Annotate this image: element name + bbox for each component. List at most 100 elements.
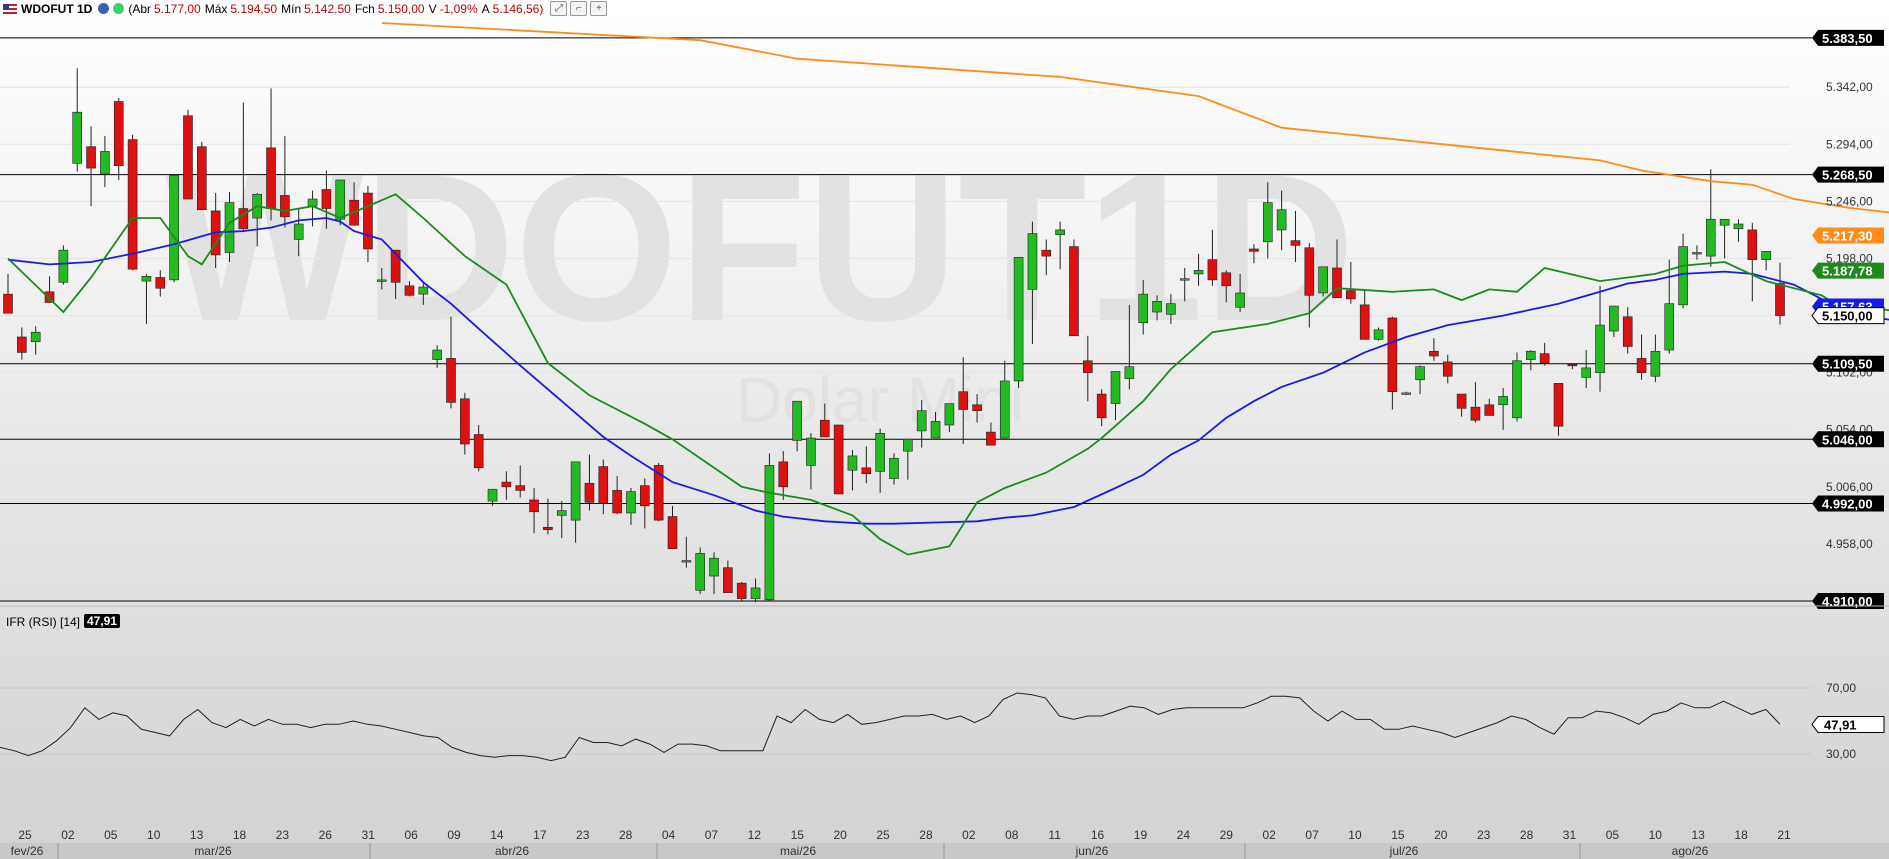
candle-body [363, 192, 373, 250]
date-tick-label: 15 [791, 828, 805, 842]
candle-body [1622, 316, 1633, 347]
candle-body [30, 331, 41, 343]
candle-body [501, 481, 512, 488]
price-line-label: 5.109,50 [1822, 357, 1873, 372]
candle-body [944, 403, 955, 426]
candle-body [1747, 229, 1758, 260]
price-value-label: 5.150,00 [1822, 309, 1873, 324]
candle-body [1609, 305, 1619, 332]
date-tick-label: 26 [319, 828, 333, 842]
candle-body [1179, 278, 1190, 281]
candle-body [584, 482, 595, 503]
candle-body [266, 147, 276, 209]
candle-body [432, 349, 442, 360]
candle-body [529, 499, 539, 513]
date-tick-label: 05 [104, 828, 118, 842]
candle-body [197, 146, 207, 211]
candle-body [100, 151, 110, 175]
month-label: mai/26 [780, 844, 816, 858]
date-tick-label: 20 [1434, 828, 1448, 842]
date-tick-label: 07 [1305, 828, 1319, 842]
candle-body [473, 434, 484, 469]
candle-body [487, 488, 498, 502]
price-value-label: 5.217,30 [1822, 229, 1873, 244]
date-tick-label: 18 [1734, 828, 1748, 842]
candle-body [1083, 360, 1093, 373]
candle-body [1318, 266, 1328, 294]
candle-body [999, 380, 1010, 439]
candle-body [1401, 392, 1412, 395]
month-label: jun/26 [1075, 844, 1109, 858]
candle-body [1470, 406, 1481, 421]
rsi-tick-label: 70,00 [1826, 681, 1856, 695]
date-tick-label: 10 [147, 828, 161, 842]
rsi-title: IFR (RSI) [14] [6, 615, 81, 629]
candle-body [1664, 303, 1675, 351]
price-line-label: 4.992,00 [1822, 496, 1873, 511]
date-tick-label: 23 [276, 828, 290, 842]
candle-body [418, 286, 429, 295]
candle-body [1567, 364, 1578, 367]
candle-body [543, 526, 553, 530]
candle-body [293, 223, 304, 240]
date-tick-label: 16 [1091, 828, 1105, 842]
rsi-tick-label: 30,00 [1826, 747, 1856, 761]
candle-body [1346, 290, 1356, 300]
candle-body [280, 195, 290, 218]
candle-body [113, 101, 124, 167]
candle-body [723, 567, 733, 593]
candle-body [1678, 246, 1688, 306]
candle-body [1498, 396, 1508, 406]
date-tick-label: 18 [233, 828, 247, 842]
candle-body [1249, 248, 1259, 252]
candle-body [1595, 324, 1605, 373]
month-label: ago/26 [1672, 844, 1709, 858]
candle-body [612, 490, 622, 514]
candle-body [1733, 223, 1744, 230]
candle-body [1235, 292, 1245, 308]
date-tick-label: 13 [190, 828, 204, 842]
candle-body [1373, 329, 1384, 340]
candle-body [833, 424, 844, 495]
candle-body [792, 400, 802, 441]
candle-body [986, 431, 996, 446]
candle-body [1553, 383, 1564, 427]
price-line-label: 4.910,00 [1822, 594, 1873, 609]
price-value-label: 5.187,78 [1822, 264, 1873, 279]
date-tick-label: 10 [1348, 828, 1362, 842]
candle-body [141, 276, 152, 282]
date-tick-label: 05 [1606, 828, 1620, 842]
price-chart[interactable]: WDOFUT1D Dolar Mini 5.342,00 5.294,00 5.24… [0, 0, 1889, 859]
date-tick-label: 07 [705, 828, 719, 842]
candle-body [695, 553, 705, 591]
date-tick-label: 15 [1391, 828, 1405, 842]
date-tick-label: 02 [61, 828, 75, 842]
candle-body [1650, 350, 1661, 377]
candle-body [1207, 259, 1218, 281]
date-tick-label: 28 [1520, 828, 1534, 842]
candle-body [1387, 317, 1398, 392]
candle-body [1193, 270, 1204, 275]
watermark-symbol: WDOFUT1D [165, 130, 1355, 365]
candle-body [127, 139, 138, 270]
candle-body [1692, 252, 1702, 255]
candle-body [1069, 246, 1079, 337]
date-tick-label: 02 [962, 828, 976, 842]
candle-body [556, 510, 567, 516]
candle-body [750, 587, 761, 599]
candle-body [1415, 366, 1425, 381]
candle-body [1041, 249, 1052, 257]
candle-body [72, 111, 83, 164]
price-line-label: 5.383,50 [1822, 31, 1873, 46]
candle-body [404, 285, 415, 296]
month-label: fev/26 [11, 844, 44, 858]
month-label: jul/26 [1389, 844, 1419, 858]
candle-body [169, 174, 179, 281]
candle-body [1359, 304, 1370, 340]
candle-body [681, 560, 692, 563]
month-label: mar/26 [194, 844, 232, 858]
candle-body [1719, 218, 1730, 226]
candle-body [1304, 247, 1315, 296]
candle-body [446, 358, 456, 403]
candle-body [155, 277, 166, 289]
